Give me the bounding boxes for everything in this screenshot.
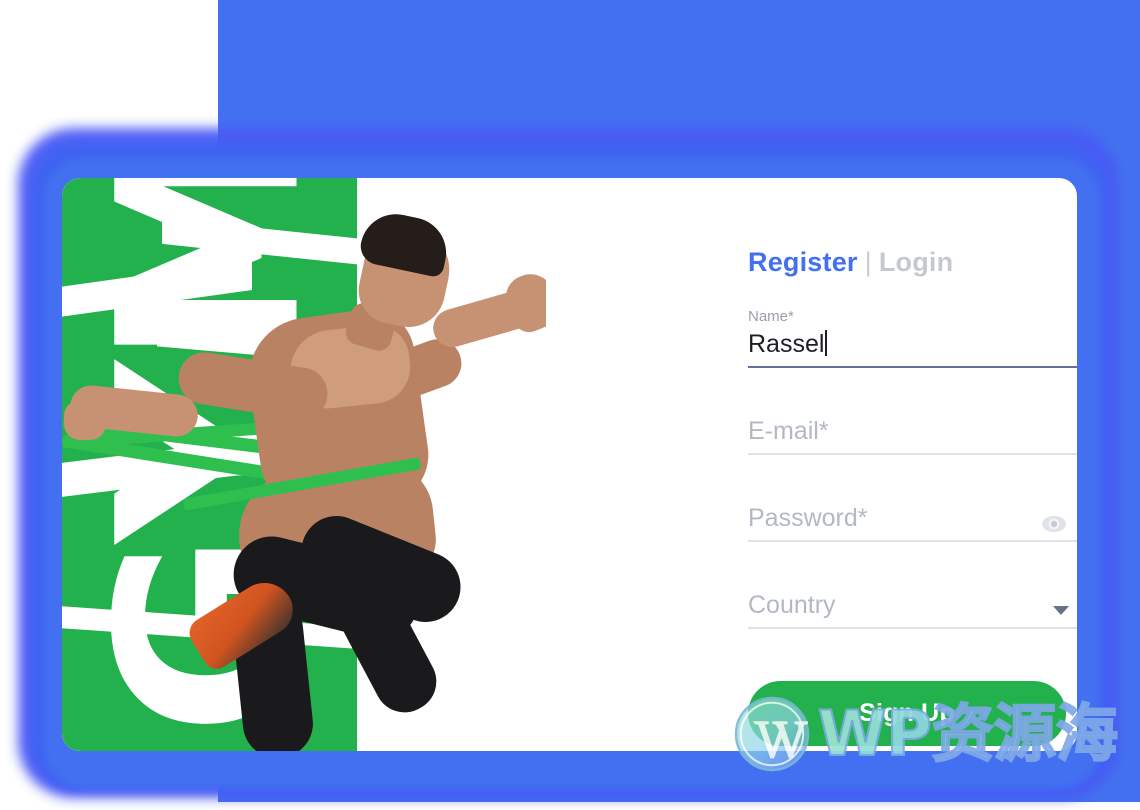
text-caret bbox=[825, 330, 827, 356]
tab-separator: | bbox=[864, 247, 872, 277]
registration-form-panel: Register | Login Name* Rassel E-mail* Pass… bbox=[546, 178, 1077, 751]
password-input[interactable]: Password* bbox=[748, 480, 1077, 540]
tab-login[interactable]: Login bbox=[879, 247, 953, 277]
signup-card: GYM bbox=[62, 178, 1077, 751]
country-field-group: Country bbox=[748, 567, 1077, 629]
password-field-group: Password* bbox=[748, 480, 1077, 542]
email-underline bbox=[748, 453, 1077, 455]
athlete-photo bbox=[62, 178, 546, 751]
screenshot-stage: GYM bbox=[0, 0, 1140, 810]
email-input[interactable]: E-mail* bbox=[748, 393, 1077, 453]
country-select[interactable]: Country bbox=[748, 567, 1077, 627]
email-field-group: E-mail* bbox=[748, 393, 1077, 455]
eye-icon[interactable] bbox=[1041, 515, 1067, 533]
auth-tabs: Register | Login bbox=[748, 247, 1077, 278]
password-underline bbox=[748, 540, 1077, 542]
hero-visual-panel: GYM bbox=[62, 178, 546, 751]
tab-register[interactable]: Register bbox=[748, 247, 858, 277]
country-underline bbox=[748, 627, 1077, 629]
name-field-group: Name* Rassel bbox=[748, 308, 1077, 368]
name-underline bbox=[748, 366, 1077, 368]
name-label: Name* bbox=[748, 308, 794, 325]
name-input[interactable]: Rassel bbox=[748, 327, 1077, 366]
athlete-fist bbox=[64, 400, 106, 440]
sign-up-button[interactable]: Sign Up bbox=[748, 681, 1066, 746]
name-input-value: Rassel bbox=[748, 330, 825, 358]
chevron-down-icon[interactable] bbox=[1053, 606, 1069, 615]
